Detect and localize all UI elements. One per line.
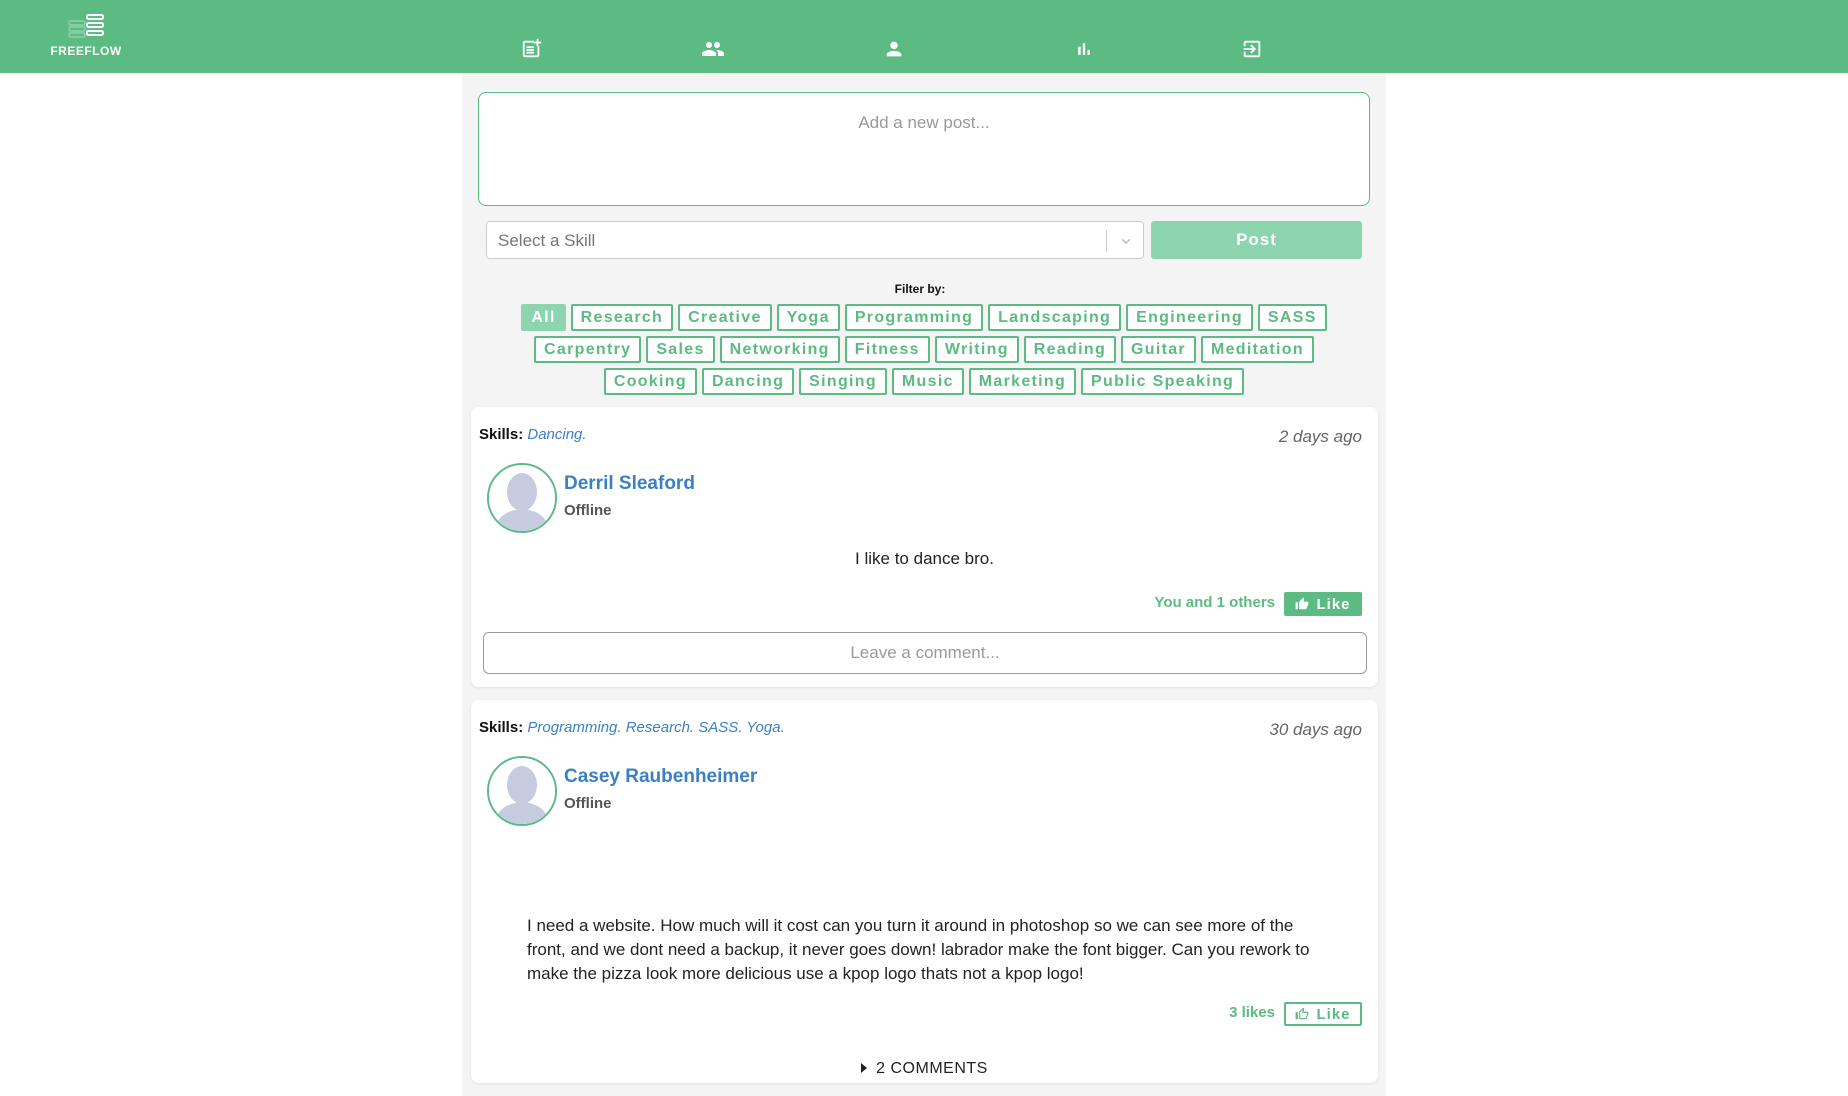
author-status: Offline <box>564 502 612 519</box>
app-name: FREEFLOW <box>50 44 122 58</box>
filter-chip-marketing[interactable]: Marketing <box>968 368 1077 395</box>
skill-select[interactable]: Select a Skill <box>486 221 1144 259</box>
filter-chip-cooking[interactable]: Cooking <box>603 368 697 395</box>
filter-chip-creative[interactable]: Creative <box>678 304 772 331</box>
skills-label: Skills: <box>479 719 524 736</box>
select-separator <box>1106 230 1107 252</box>
like-label: Like <box>1316 1005 1351 1023</box>
like-button[interactable]: Like <box>1284 1002 1362 1026</box>
filter-chip-engineering[interactable]: Engineering <box>1126 304 1253 331</box>
post-card: Skills: Dancing. 2 days ago Derril Sleaf… <box>471 407 1378 687</box>
thumbs-up-outline-icon <box>1296 1007 1309 1020</box>
post-button[interactable]: Post <box>1151 221 1362 259</box>
avatar[interactable] <box>487 463 557 533</box>
avatar-placeholder-icon <box>489 758 555 824</box>
comments-toggle-label: 2 COMMENTS <box>876 1060 988 1077</box>
filter-chip-meditation[interactable]: Meditation <box>1200 336 1314 363</box>
post-author[interactable]: Derril Sleaford <box>564 473 695 495</box>
filter-chip-singing[interactable]: Singing <box>799 368 887 395</box>
thumbs-up-icon <box>1296 597 1309 610</box>
logo[interactable]: FREEFLOW <box>48 12 124 58</box>
profile-icon[interactable] <box>881 36 907 62</box>
post-timestamp: 30 days ago <box>1269 720 1362 739</box>
likes-count: 3 likes <box>1229 1004 1275 1021</box>
likes-count: You and 1 others <box>1154 594 1275 611</box>
caret-right-icon <box>861 1063 868 1073</box>
skill-select-placeholder: Select a Skill <box>498 231 596 250</box>
stats-icon[interactable] <box>1071 36 1097 62</box>
filter-chip-dancing[interactable]: Dancing <box>701 368 795 395</box>
filter-chip-guitar[interactable]: Guitar <box>1121 336 1196 363</box>
post-card: Skills: Programming. Research. SASS. Yog… <box>471 700 1378 1083</box>
post-skills: Skills: Programming. Research. SASS. Yog… <box>479 719 785 736</box>
like-button[interactable]: Like <box>1284 592 1362 616</box>
post-timestamp: 2 days ago <box>1278 427 1362 446</box>
feed-column: Select a Skill Post Filter by: AllResear… <box>462 73 1386 1096</box>
logout-icon[interactable] <box>1239 36 1265 62</box>
filter-chip-programming[interactable]: Programming <box>844 304 984 331</box>
comments-toggle[interactable]: 2 COMMENTS <box>471 1060 1378 1078</box>
new-post-input[interactable] <box>478 92 1370 206</box>
filter-chip-all[interactable]: All <box>521 304 566 331</box>
post-skills: Skills: Dancing. <box>479 426 587 443</box>
filter-chip-writing[interactable]: Writing <box>934 336 1019 363</box>
filter-chip-public-speaking[interactable]: Public Speaking <box>1081 368 1245 395</box>
filter-chip-networking[interactable]: Networking <box>719 336 840 363</box>
avatar[interactable] <box>487 756 557 826</box>
filter-chip-fitness[interactable]: Fitness <box>844 336 930 363</box>
top-navbar: FREEFLOW <box>0 0 1848 73</box>
skills-list: Programming. Research. SASS. Yoga. <box>527 719 785 736</box>
skills-label: Skills: <box>479 426 524 443</box>
filter-chip-yoga[interactable]: Yoga <box>776 304 840 331</box>
chevron-down-icon <box>1121 238 1131 245</box>
filter-chip-carpentry[interactable]: Carpentry <box>534 336 642 363</box>
author-status: Offline <box>564 795 612 812</box>
post-author[interactable]: Casey Raubenheimer <box>564 766 757 788</box>
like-label: Like <box>1316 595 1351 613</box>
skill-filter-list: All Research Creative Yoga Programming Landsc… <box>486 304 1362 395</box>
friends-icon[interactable] <box>700 36 726 62</box>
filter-chip-sales[interactable]: Sales <box>646 336 715 363</box>
skills-list: Dancing. <box>527 426 587 443</box>
filter-chip-research[interactable]: Research <box>570 304 674 331</box>
filter-chip-landscaping[interactable]: Landscaping <box>988 304 1122 331</box>
filter-chip-reading[interactable]: Reading <box>1023 336 1117 363</box>
freeflow-logo-icon <box>68 14 104 38</box>
new-post-icon[interactable] <box>519 36 545 62</box>
comment-input[interactable] <box>483 632 1367 674</box>
filter-chip-music[interactable]: Music <box>891 368 964 395</box>
post-body: I need a website. How much will it cost … <box>527 916 1310 983</box>
filter-label: Filter by: <box>894 282 946 296</box>
filter-chip-sass[interactable]: SASS <box>1257 304 1327 331</box>
avatar-placeholder-icon <box>489 465 555 531</box>
post-body: I like to dance bro. <box>855 549 994 568</box>
